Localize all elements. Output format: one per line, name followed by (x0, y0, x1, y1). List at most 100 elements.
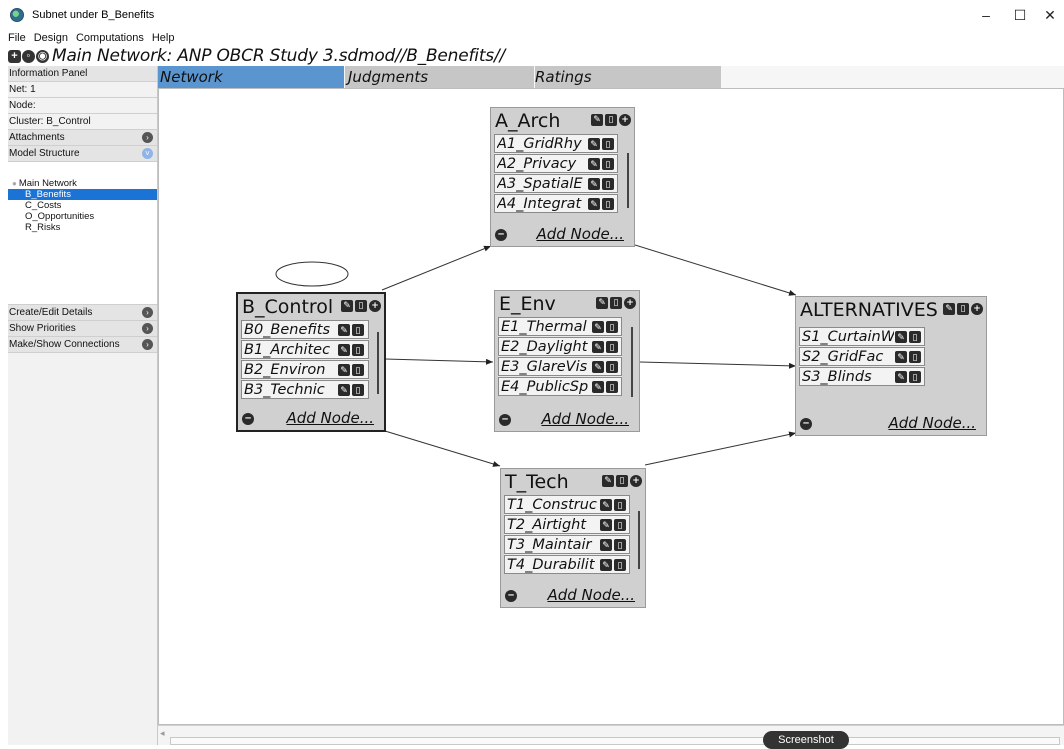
trash-icon[interactable]: ▯ (352, 384, 364, 396)
node-s3[interactable]: S3_Blinds ✎ ▯ (799, 367, 925, 386)
add-node-link[interactable]: Add Node... (888, 414, 976, 432)
trash-icon[interactable]: ▯ (352, 324, 364, 336)
trash-icon[interactable]: ▯ (957, 303, 969, 315)
edit-icon[interactable]: ✎ (943, 303, 955, 315)
node-b2[interactable]: B2_Environ ✎ ▯ (241, 360, 369, 379)
vertical-scrollbar[interactable] (638, 511, 640, 569)
cluster-alternatives[interactable]: ALTERNATIVES ✎ ▯ + S1_CurtainW ✎ ▯ S2_Grid… (795, 296, 987, 436)
node-e2[interactable]: E2_Daylight ✎ ▯ (498, 337, 622, 356)
trash-icon[interactable]: ▯ (355, 300, 367, 312)
trash-icon[interactable]: ▯ (602, 138, 614, 150)
node-e1[interactable]: E1_Thermal ✎ ▯ (498, 317, 622, 336)
edit-icon[interactable]: ✎ (592, 381, 604, 393)
edit-icon[interactable]: ✎ (600, 559, 612, 571)
cluster-a-arch[interactable]: A_Arch ✎ ▯ + A1_GridRhy ✎ ▯ A2_Privacy ✎ ▯ A… (490, 107, 635, 247)
trash-icon[interactable]: ▯ (602, 198, 614, 210)
node-t1[interactable]: T1_Construc ✎ ▯ (504, 495, 630, 514)
edit-icon[interactable]: ✎ (588, 178, 600, 190)
edit-icon[interactable]: ✎ (341, 300, 353, 312)
edit-icon[interactable]: ✎ (895, 351, 907, 363)
minus-icon[interactable]: – (505, 590, 517, 602)
add-node-link[interactable]: Add Node... (541, 410, 629, 428)
cluster-tools: ✎ ▯ + (602, 475, 642, 487)
vertical-scrollbar[interactable] (627, 153, 629, 208)
trash-icon[interactable]: ▯ (606, 381, 618, 393)
edit-icon[interactable]: ✎ (596, 297, 608, 309)
cluster-t-tech[interactable]: T_Tech ✎ ▯ + T1_Construc ✎ ▯ T2_Airtight ✎ ▯… (500, 468, 646, 608)
horizontal-scrollbar[interactable]: ◂ (158, 725, 1064, 745)
edit-icon[interactable]: ✎ (602, 475, 614, 487)
minus-icon[interactable]: – (499, 414, 511, 426)
node-t4[interactable]: T4_Durabilit ✎ ▯ (504, 555, 630, 574)
edit-icon[interactable]: ✎ (895, 371, 907, 383)
trash-icon[interactable]: ▯ (909, 351, 921, 363)
trash-icon[interactable]: ▯ (605, 114, 617, 126)
trash-icon[interactable]: ▯ (616, 475, 628, 487)
node-list: A1_GridRhy ✎ ▯ A2_Privacy ✎ ▯ A3_SpatialE ✎ ▯ … (494, 134, 618, 213)
edit-icon[interactable]: ✎ (600, 539, 612, 551)
cluster-tools: ✎ ▯ + (596, 297, 636, 309)
trash-icon[interactable]: ▯ (602, 178, 614, 190)
trash-icon[interactable]: ▯ (614, 499, 626, 511)
edit-icon[interactable]: ✎ (600, 499, 612, 511)
node-b3[interactable]: B3_Technic ✎ ▯ (241, 380, 369, 399)
plus-icon[interactable]: + (971, 303, 983, 315)
edit-icon[interactable]: ✎ (591, 114, 603, 126)
trash-icon[interactable]: ▯ (614, 539, 626, 551)
node-a1[interactable]: A1_GridRhy ✎ ▯ (494, 134, 618, 153)
edit-icon[interactable]: ✎ (592, 361, 604, 373)
edit-icon[interactable]: ✎ (592, 321, 604, 333)
add-node-link[interactable]: Add Node... (536, 225, 624, 243)
node-b1[interactable]: B1_Architec ✎ ▯ (241, 340, 369, 359)
trash-icon[interactable]: ▯ (602, 158, 614, 170)
trash-icon[interactable]: ▯ (614, 519, 626, 531)
node-a3[interactable]: A3_SpatialE ✎ ▯ (494, 174, 618, 193)
link-control-env (384, 358, 494, 365)
node-s1[interactable]: S1_CurtainW ✎ ▯ (799, 327, 925, 346)
node-t2[interactable]: T2_Airtight ✎ ▯ (504, 515, 630, 534)
node-a2[interactable]: A2_Privacy ✎ ▯ (494, 154, 618, 173)
minus-icon[interactable]: – (495, 229, 507, 241)
plus-icon[interactable]: + (369, 300, 381, 312)
cluster-title: ALTERNATIVES ✎ ▯ + (796, 297, 986, 323)
node-b0[interactable]: B0_Benefits ✎ ▯ (241, 320, 369, 339)
edit-icon[interactable]: ✎ (588, 198, 600, 210)
plus-icon[interactable]: + (624, 297, 636, 309)
node-t3[interactable]: T3_Maintair ✎ ▯ (504, 535, 630, 554)
trash-icon[interactable]: ▯ (610, 297, 622, 309)
trash-icon[interactable]: ▯ (909, 371, 921, 383)
scroll-track[interactable] (170, 737, 1060, 745)
scroll-left-icon[interactable]: ◂ (160, 728, 165, 739)
minus-icon[interactable]: – (800, 418, 812, 430)
screenshot-overlay-label: Screenshot (763, 731, 849, 749)
node-e4[interactable]: E4_PublicSp ✎ ▯ (498, 377, 622, 396)
edit-icon[interactable]: ✎ (592, 341, 604, 353)
edit-icon[interactable]: ✎ (600, 519, 612, 531)
cluster-b-control[interactable]: B_Control ✎ ▯ + B0_Benefits ✎ ▯ B1_Archite… (236, 292, 386, 432)
trash-icon[interactable]: ▯ (614, 559, 626, 571)
edit-icon[interactable]: ✎ (338, 364, 350, 376)
vertical-scrollbar[interactable] (377, 332, 379, 394)
trash-icon[interactable]: ▯ (352, 344, 364, 356)
node-e3[interactable]: E3_GlareVis ✎ ▯ (498, 357, 622, 376)
edit-icon[interactable]: ✎ (338, 384, 350, 396)
node-s2[interactable]: S2_GridFac ✎ ▯ (799, 347, 925, 366)
cluster-e-env[interactable]: E_Env ✎ ▯ + E1_Thermal ✎ ▯ E2_Daylight ✎ ▯ E… (494, 290, 640, 432)
edit-icon[interactable]: ✎ (588, 138, 600, 150)
node-a4[interactable]: A4_Integrat ✎ ▯ (494, 194, 618, 213)
trash-icon[interactable]: ▯ (909, 331, 921, 343)
plus-icon[interactable]: + (630, 475, 642, 487)
edit-icon[interactable]: ✎ (338, 324, 350, 336)
add-node-link[interactable]: Add Node... (286, 409, 374, 427)
edit-icon[interactable]: ✎ (588, 158, 600, 170)
edit-icon[interactable]: ✎ (895, 331, 907, 343)
trash-icon[interactable]: ▯ (352, 364, 364, 376)
trash-icon[interactable]: ▯ (606, 361, 618, 373)
trash-icon[interactable]: ▯ (606, 341, 618, 353)
plus-icon[interactable]: + (619, 114, 631, 126)
minus-icon[interactable]: – (242, 413, 254, 425)
trash-icon[interactable]: ▯ (606, 321, 618, 333)
edit-icon[interactable]: ✎ (338, 344, 350, 356)
vertical-scrollbar[interactable] (631, 327, 633, 397)
add-node-link[interactable]: Add Node... (547, 586, 635, 604)
